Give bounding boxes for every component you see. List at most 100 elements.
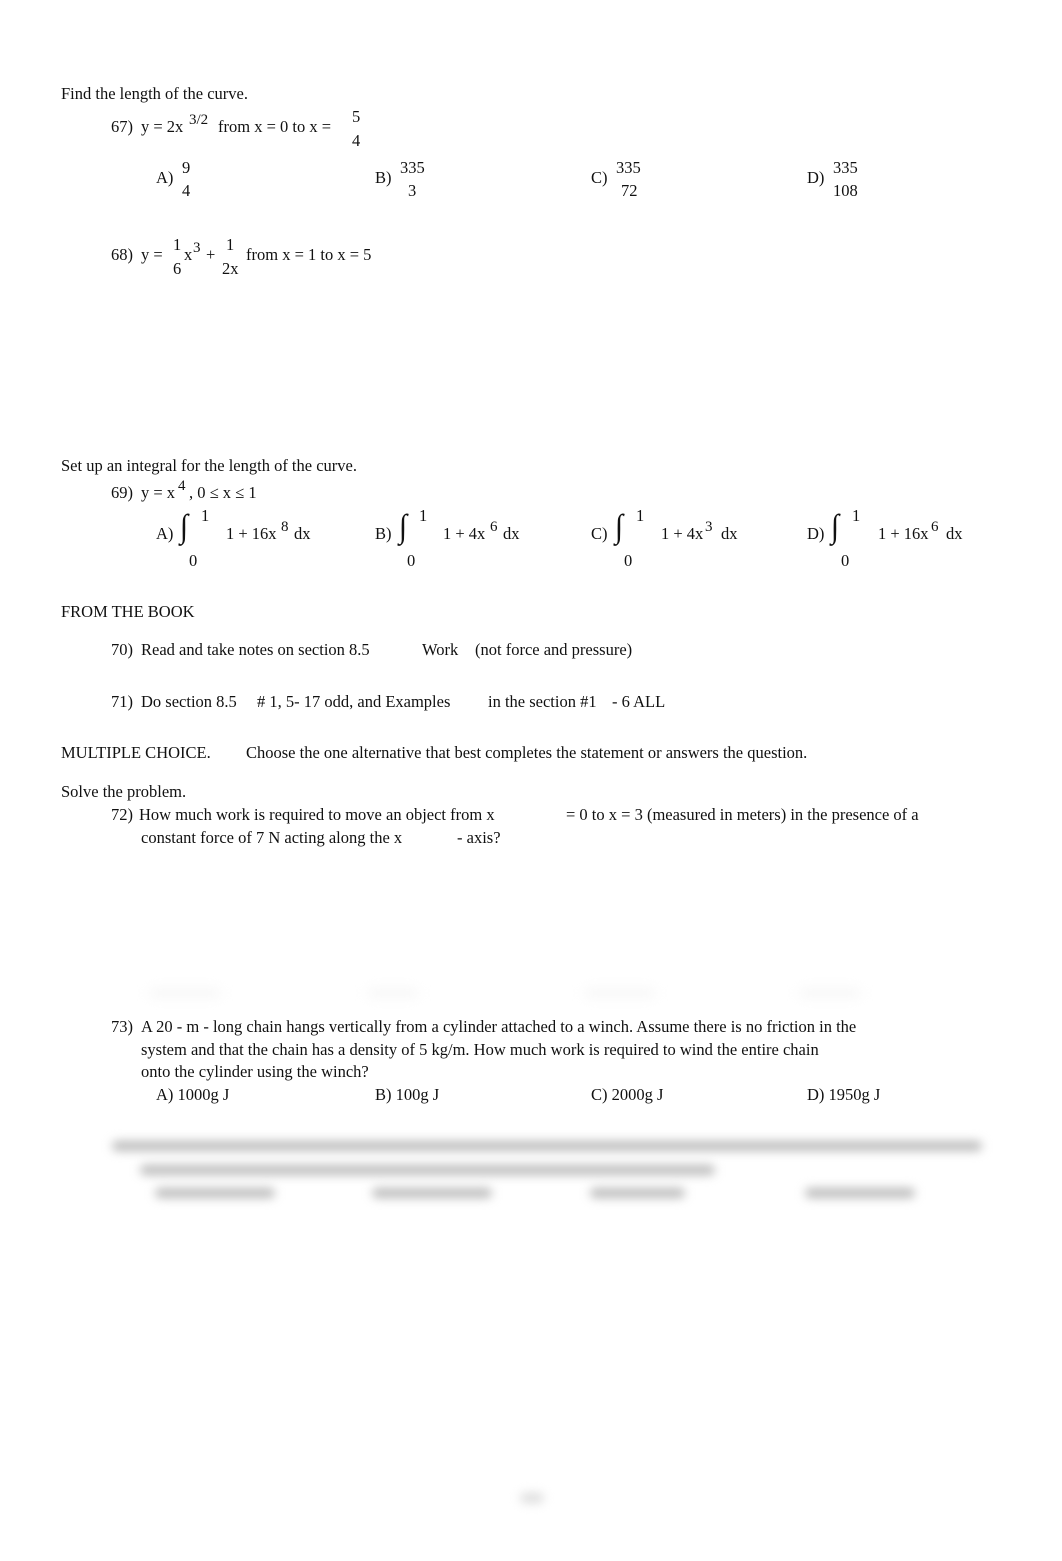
choice-c[interactable]: C) 2000g J	[591, 1085, 663, 1105]
question-text: system and that the chain has a density …	[141, 1040, 819, 1059]
instruction: Solve the problem.	[61, 782, 187, 801]
integral-sign-icon: ∫	[399, 508, 408, 545]
blurred-choice	[805, 1188, 915, 1198]
choice-label: D)	[807, 1085, 825, 1104]
equation-text: from x = 1 to x = 5	[246, 245, 372, 264]
question-number: 68)	[111, 245, 133, 264]
fraction-numerator: 5	[352, 107, 361, 126]
choice-label: A)	[156, 168, 174, 187]
exponent: 6	[490, 519, 498, 535]
denominator: 6	[173, 259, 182, 278]
blurred-choice	[590, 1188, 685, 1198]
question-text: - 6 ALL	[612, 692, 666, 711]
upper-limit: 1	[852, 506, 861, 525]
blurred-question	[112, 1141, 982, 1151]
choice-text: 1950g J	[828, 1085, 881, 1104]
blurred-choice	[372, 1188, 492, 1198]
numerator: 335	[616, 158, 641, 177]
question-text: = 0 to x = 3 (measured in meters) in the…	[566, 805, 919, 824]
integrand: 1 + 4x	[661, 524, 704, 543]
denominator: 108	[833, 181, 858, 200]
integrand: 1 + 16x	[878, 524, 929, 543]
question-text: Read and take notes on section 8.5	[141, 640, 370, 659]
choice-label: B)	[375, 1085, 392, 1104]
upper-limit: 1	[419, 506, 428, 525]
question-number: 70)	[111, 640, 133, 659]
exponent: 6	[931, 519, 939, 535]
question-number: 67)	[111, 117, 133, 136]
instruction: Find the length of the curve.	[61, 84, 248, 103]
exponent: 3	[193, 240, 201, 256]
differential: dx	[721, 524, 738, 543]
upper-limit: 1	[201, 506, 210, 525]
blurred-choice	[585, 990, 655, 996]
choice-label: B)	[375, 524, 392, 543]
denominator: 3	[408, 181, 417, 200]
exponent: 3/2	[189, 112, 209, 128]
equation-text: , 0 ≤ x ≤ 1	[189, 483, 257, 502]
choice-label: A)	[156, 1085, 174, 1104]
question-number: 73)	[111, 1017, 133, 1036]
integral-sign-icon: ∫	[180, 508, 189, 545]
question-text: # 1, 5- 17 odd, and Examples	[257, 692, 451, 711]
blurred-choice	[155, 1188, 275, 1198]
instruction: Set up an integral for the length of the…	[61, 456, 357, 475]
lower-limit: 0	[624, 551, 633, 570]
differential: dx	[294, 524, 311, 543]
section-heading: FROM THE BOOK	[61, 602, 195, 621]
choice-label: C)	[591, 524, 608, 543]
equation: y = 2x	[141, 117, 184, 136]
blurred-choice	[800, 990, 860, 996]
choice-label: D)	[807, 524, 825, 543]
integrand: 1 + 16x	[226, 524, 277, 543]
worksheet-page: Find the length of the curve. 67) y = 2x…	[0, 0, 1062, 1561]
choice-label: C)	[591, 1085, 608, 1104]
numerator: 1	[226, 235, 235, 254]
choice-b[interactable]: B) 100g J	[375, 1085, 439, 1105]
question-number: 69)	[111, 483, 133, 502]
exponent: 4	[178, 478, 186, 494]
choice-a[interactable]: A) 1000g J	[156, 1085, 229, 1105]
question-text: Do section 8.5	[141, 692, 237, 711]
question-number: 72)	[111, 805, 133, 824]
choice-text: 1000g J	[177, 1085, 230, 1104]
choice-text: 100g J	[395, 1085, 440, 1104]
question-text: A 20 - m - long chain hangs vertically f…	[141, 1017, 857, 1036]
numerator: 1	[173, 235, 182, 254]
question-text: How much work is required to move an obj…	[139, 805, 495, 824]
integral-sign-icon: ∫	[615, 508, 624, 545]
choice-label: D)	[807, 168, 825, 187]
blurred-page-number	[520, 1493, 544, 1503]
lower-limit: 0	[841, 551, 850, 570]
numerator: 335	[400, 158, 425, 177]
lower-limit: 0	[189, 551, 198, 570]
choice-text: 2000g J	[611, 1085, 664, 1104]
exponent: 8	[281, 519, 289, 535]
numerator: 9	[182, 158, 191, 177]
question-text: Work	[422, 640, 459, 659]
equation: y = x	[141, 483, 176, 502]
question-number: 71)	[111, 692, 133, 711]
question-text: in the section #1	[488, 692, 597, 711]
blurred-choice	[150, 990, 220, 996]
blurred-choice	[368, 990, 418, 996]
choice-label: B)	[375, 168, 392, 187]
instructions: Choose the one alternative that best com…	[246, 743, 808, 762]
equation: y =	[141, 245, 163, 264]
upper-limit: 1	[636, 506, 645, 525]
choice-d[interactable]: D) 1950g J	[807, 1085, 880, 1105]
equation-text: from x = 0 to x =	[218, 117, 332, 136]
plus: +	[206, 245, 216, 264]
denominator: 2x	[222, 259, 239, 278]
choice-label: A)	[156, 524, 174, 543]
fraction-denominator: 4	[352, 131, 361, 150]
differential: dx	[946, 524, 963, 543]
differential: dx	[503, 524, 520, 543]
numerator: 335	[833, 158, 858, 177]
question-text: (not force and pressure)	[475, 640, 633, 659]
blurred-question	[140, 1165, 715, 1175]
variable: x	[184, 245, 193, 264]
question-text: constant force of 7 N acting along the x	[141, 828, 403, 847]
question-text: onto the cylinder using the winch?	[141, 1062, 369, 1081]
section-heading: MULTIPLE CHOICE.	[61, 743, 211, 762]
